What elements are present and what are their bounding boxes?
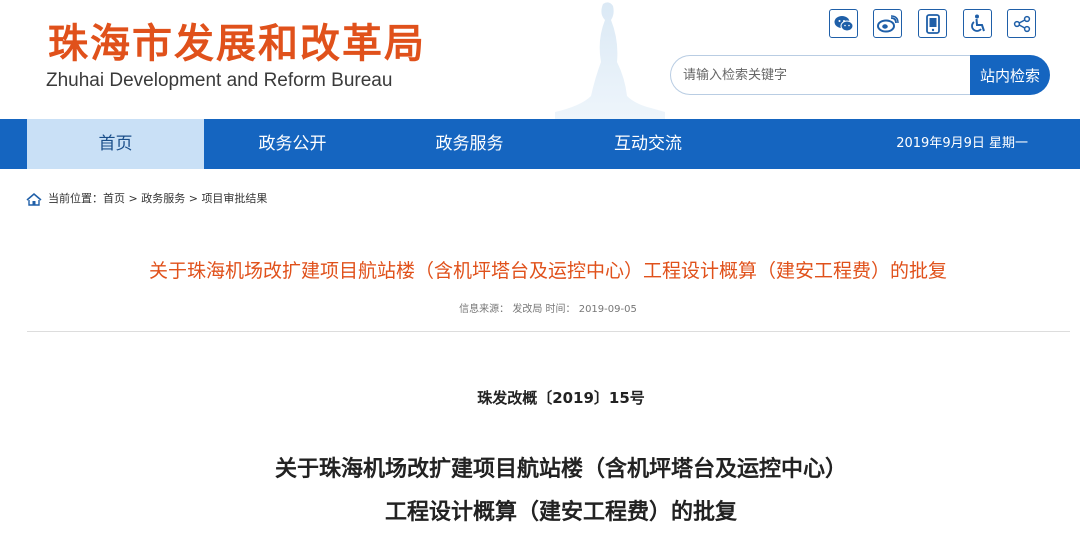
home-icon [26,192,42,206]
breadcrumb-item-project-approval-results[interactable]: 项目审批结果 [201,192,267,205]
article-title: 关于珠海机场改扩建项目航站楼（含机坪塔台及运控中心）工程设计概算（建安工程费）的… [148,260,947,282]
main-nav: 首页 政务公开 政务服务 互动交流 2019年9月9日 星期一 [0,119,1080,169]
site-search: 站内检索 [670,55,1050,95]
site-logo-english[interactable]: Zhuhai Development and Reform Bureau [46,69,392,93]
accessibility-button[interactable] [963,9,992,38]
accessibility-icon [970,14,985,32]
document-heading-line-1: 关于珠海机场改扩建项目航站楼（含机坪塔台及运控中心） [274,457,847,482]
breadcrumb-item-government-services[interactable]: 政务服务 [141,192,185,205]
site-header: 珠海市发展和改革局 Zhuhai Development and Reform … [0,0,1080,119]
breadcrumb-separator: > [188,192,198,205]
breadcrumb: 当前位置：首页 > 政务服务 > 项目审批结果 [26,190,267,208]
nav-item-government-services[interactable]: 政务服务 [381,119,558,169]
search-button[interactable]: 站内检索 [970,55,1050,95]
article-meta: 信息来源： 发改局 时间： 2019-09-05 [459,304,637,315]
mobile-icon [925,13,940,34]
mobile-version-button[interactable] [918,9,947,38]
current-date: 2019年9月9日 星期一 [896,136,1028,151]
search-input[interactable] [670,55,974,95]
nav-item-interaction[interactable]: 互动交流 [558,119,738,169]
document-heading-line-2: 工程设计概算（建安工程费）的批复 [384,500,737,525]
statue-image [555,2,665,119]
share-icon [1013,15,1030,32]
weibo-icon [876,14,899,32]
nav-item-home[interactable]: 首页 [27,119,204,169]
breadcrumb-separator: > [128,192,138,205]
share-button[interactable] [1007,9,1036,38]
document-number: 珠发改概〔2019〕15号 [477,389,645,407]
breadcrumb-item-home[interactable]: 首页 [103,192,125,205]
wechat-icon [834,15,853,31]
wechat-share-button[interactable] [829,9,858,38]
nav-item-government-affairs-disclosure[interactable]: 政务公开 [204,119,381,169]
weibo-share-button[interactable] [873,9,902,38]
site-logo-chinese[interactable]: 珠海市发展和改革局 [48,20,426,68]
divider [27,331,1070,332]
breadcrumb-prefix: 当前位置： [48,192,103,205]
